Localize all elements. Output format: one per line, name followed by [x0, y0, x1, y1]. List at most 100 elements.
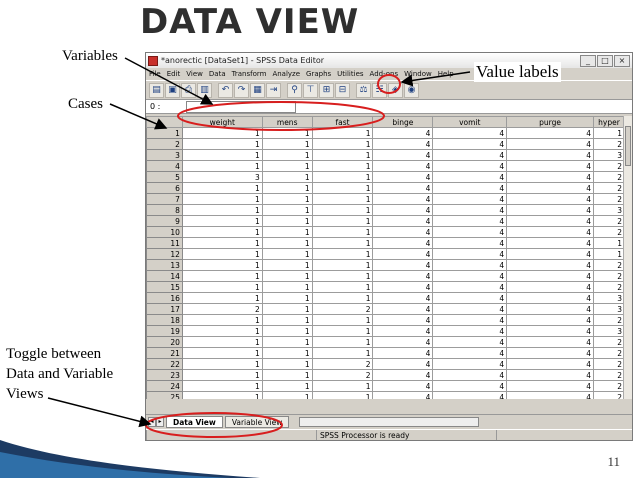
- data-cell[interactable]: 1: [311, 237, 374, 249]
- data-cell[interactable]: 4: [506, 215, 594, 227]
- data-cell[interactable]: 4: [372, 325, 434, 337]
- data-cell[interactable]: 1: [311, 380, 374, 392]
- find-icon[interactable]: ⚲: [287, 82, 302, 98]
- maximize-button[interactable]: □: [597, 54, 613, 67]
- data-cell[interactable]: 4: [506, 237, 594, 249]
- data-cell[interactable]: 2: [592, 347, 625, 359]
- insert-variable-icon[interactable]: ⊞: [319, 82, 334, 98]
- data-cell[interactable]: 4: [506, 336, 594, 348]
- data-cell[interactable]: 4: [432, 171, 508, 183]
- data-cell[interactable]: 2: [592, 380, 625, 392]
- data-cell[interactable]: 4: [372, 358, 434, 370]
- data-cell[interactable]: 1: [181, 215, 263, 227]
- data-cell[interactable]: 4: [432, 358, 508, 370]
- data-cell[interactable]: 4: [432, 215, 508, 227]
- data-cell[interactable]: 2: [311, 369, 374, 381]
- data-cell[interactable]: 1: [181, 259, 263, 271]
- data-cell[interactable]: 1: [181, 336, 263, 348]
- data-cell[interactable]: 1: [261, 270, 313, 282]
- data-cell[interactable]: 1: [181, 369, 263, 381]
- vertical-scroll-thumb[interactable]: [625, 126, 631, 166]
- data-cell[interactable]: 4: [506, 391, 594, 399]
- grid-corner[interactable]: [146, 116, 183, 128]
- cell-editor-input[interactable]: [186, 100, 296, 113]
- data-cell[interactable]: 4: [432, 193, 508, 205]
- data-cell[interactable]: 4: [432, 325, 508, 337]
- row-number[interactable]: 13: [146, 259, 183, 271]
- data-cell[interactable]: 2: [592, 138, 625, 150]
- dialog-recall-icon[interactable]: ▥: [197, 82, 212, 98]
- data-cell[interactable]: 4: [506, 281, 594, 293]
- data-cell[interactable]: 4: [506, 160, 594, 172]
- data-cell[interactable]: 4: [506, 303, 594, 315]
- row-number[interactable]: 8: [146, 204, 183, 216]
- data-cell[interactable]: 3: [592, 204, 625, 216]
- data-cell[interactable]: 4: [506, 358, 594, 370]
- menu-edit[interactable]: Edit: [167, 70, 181, 78]
- data-cell[interactable]: 1: [311, 215, 374, 227]
- data-cell[interactable]: 1: [261, 171, 313, 183]
- split-file-icon[interactable]: ⊟: [335, 82, 350, 98]
- data-cell[interactable]: 1: [181, 380, 263, 392]
- row-number[interactable]: 6: [146, 182, 183, 194]
- row-number[interactable]: 25: [146, 391, 183, 399]
- goto-case-icon[interactable]: ⇥: [266, 82, 281, 98]
- value-labels-icon[interactable]: ◈: [388, 82, 403, 98]
- data-cell[interactable]: 1: [311, 292, 374, 304]
- data-cell[interactable]: 4: [432, 160, 508, 172]
- data-cell[interactable]: 2: [592, 171, 625, 183]
- data-cell[interactable]: 1: [181, 138, 263, 150]
- data-cell[interactable]: 1: [261, 160, 313, 172]
- row-number[interactable]: 14: [146, 270, 183, 282]
- data-cell[interactable]: 1: [261, 369, 313, 381]
- data-cell[interactable]: 2: [592, 281, 625, 293]
- row-number[interactable]: 5: [146, 171, 183, 183]
- row-number[interactable]: 20: [146, 336, 183, 348]
- row-number[interactable]: 7: [146, 193, 183, 205]
- data-cell[interactable]: 4: [432, 138, 508, 150]
- data-cell[interactable]: 1: [311, 160, 374, 172]
- data-cell[interactable]: 4: [432, 237, 508, 249]
- data-cell[interactable]: 1: [261, 314, 313, 326]
- data-cell[interactable]: 4: [372, 281, 434, 293]
- row-number[interactable]: 23: [146, 369, 183, 381]
- data-cell[interactable]: 1: [181, 281, 263, 293]
- data-cell[interactable]: 1: [261, 325, 313, 337]
- data-cell[interactable]: 1: [592, 127, 625, 139]
- data-cell[interactable]: 1: [311, 171, 374, 183]
- data-cell[interactable]: 1: [261, 237, 313, 249]
- row-number[interactable]: 1: [146, 127, 183, 139]
- data-cell[interactable]: 4: [432, 347, 508, 359]
- data-cell[interactable]: 1: [311, 314, 374, 326]
- data-cell[interactable]: 4: [372, 204, 434, 216]
- data-cell[interactable]: 1: [261, 292, 313, 304]
- data-cell[interactable]: 1: [181, 149, 263, 161]
- data-cell[interactable]: 1: [311, 347, 374, 359]
- data-cell[interactable]: 2: [592, 226, 625, 238]
- row-number[interactable]: 24: [146, 380, 183, 392]
- menu-analyze[interactable]: Analyze: [272, 70, 300, 78]
- data-cell[interactable]: 1: [311, 149, 374, 161]
- data-cell[interactable]: 4: [372, 149, 434, 161]
- data-cell[interactable]: 1: [181, 347, 263, 359]
- data-cell[interactable]: 4: [506, 248, 594, 260]
- data-cell[interactable]: 4: [372, 336, 434, 348]
- data-cell[interactable]: 3: [592, 149, 625, 161]
- print-icon[interactable]: ⎙: [181, 82, 196, 98]
- data-cell[interactable]: 1: [181, 237, 263, 249]
- data-cell[interactable]: 1: [311, 259, 374, 271]
- data-cell[interactable]: 1: [261, 281, 313, 293]
- data-cell[interactable]: 2: [181, 303, 263, 315]
- data-cell[interactable]: 4: [432, 248, 508, 260]
- data-cell[interactable]: 4: [372, 215, 434, 227]
- redo-icon[interactable]: ↷: [234, 82, 249, 98]
- menu-help[interactable]: Help: [438, 70, 454, 78]
- column-header-vomit[interactable]: vomit: [432, 116, 508, 128]
- column-header-mens[interactable]: mens: [261, 116, 313, 128]
- menu-transform[interactable]: Transform: [232, 70, 267, 78]
- row-number[interactable]: 3: [146, 149, 183, 161]
- close-button[interactable]: ×: [614, 54, 630, 67]
- data-cell[interactable]: 4: [506, 325, 594, 337]
- row-number[interactable]: 15: [146, 281, 183, 293]
- data-cell[interactable]: 4: [506, 347, 594, 359]
